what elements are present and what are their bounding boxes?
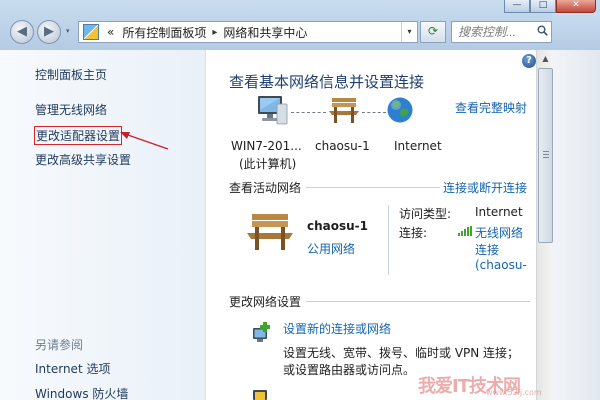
wireless-connection-link-2[interactable]: 连接 <box>475 241 499 258</box>
wireless-connection-link-3[interactable]: (chaosu- <box>475 258 527 272</box>
see-also-heading: 另请参阅 <box>35 338 84 352</box>
address-bar[interactable]: « 所有控制面板项 ▸ 网络和共享中心 ▾ <box>78 21 418 43</box>
forward-button[interactable]: ▶ <box>37 20 61 44</box>
help-icon[interactable]: ? <box>522 54 536 68</box>
view-full-map-link[interactable]: 查看完整映射 <box>455 99 527 116</box>
manage-wireless-link[interactable]: 管理无线网络 <box>35 101 107 118</box>
internet-options-link[interactable]: Internet 选项 <box>35 360 110 377</box>
access-type-value: Internet <box>475 205 523 219</box>
setup-description-line1: 设置无线、宽带、拨号、临时或 VPN 连接； <box>283 346 520 360</box>
refresh-button[interactable]: ⟳ <box>420 21 446 43</box>
next-task-icon <box>253 390 267 400</box>
red-arrow-annotation-icon <box>120 132 169 150</box>
close-button[interactable]: ✕ <box>556 0 596 13</box>
map-computer-name: WIN7-201... <box>231 139 302 153</box>
setup-description-line2: 或设置路由器或访问点。 <box>283 363 416 377</box>
wifi-signal-icon <box>458 226 472 236</box>
map-link-line <box>362 112 386 113</box>
map-link-line <box>291 112 326 113</box>
access-type-label: 访问类型: <box>399 207 452 221</box>
map-this-computer: (此计算机) <box>239 157 297 171</box>
active-networks-heading: 查看活动网络 <box>229 181 302 195</box>
windows-firewall-link[interactable]: Windows 防火墙 <box>35 385 128 400</box>
setup-new-connection-link[interactable]: 设置新的连接或网络 <box>283 320 391 337</box>
control-panel-home-link[interactable]: 控制面板主页 <box>35 66 107 83</box>
change-settings-heading: 更改网络设置 <box>229 295 302 309</box>
scroll-up-icon[interactable]: ▲ <box>539 52 552 65</box>
breadcrumb-all-items[interactable]: 所有控制面板项 <box>118 24 210 41</box>
vertical-scrollbar[interactable]: ▲ <box>536 50 553 400</box>
window-frame-right <box>552 13 600 50</box>
vertical-divider <box>388 205 389 275</box>
new-connection-icon <box>253 322 270 342</box>
page-title: 查看基本网络信息并设置连接 <box>229 73 425 91</box>
map-internet-label: Internet <box>394 139 442 153</box>
section-divider <box>306 301 530 302</box>
connection-label: 连接: <box>399 226 428 240</box>
active-network-name: chaosu-1 <box>307 219 369 233</box>
map-network-name: chaosu-1 <box>315 139 370 153</box>
computer-icon <box>258 96 288 125</box>
section-divider <box>306 187 440 188</box>
connect-disconnect-link[interactable]: 连接或断开连接 <box>443 179 527 196</box>
breadcrumb-network-center[interactable]: 网络和共享中心 <box>219 24 311 41</box>
scrollbar-thumb[interactable] <box>538 68 553 243</box>
left-task-pane: 控制面板主页 管理无线网络 更改适配器设置 更改高级共享设置 另请参阅 Inte… <box>0 50 206 400</box>
minimize-button[interactable]: — <box>504 0 530 13</box>
window-outer-right <box>553 50 600 400</box>
recent-pages-dropdown-icon[interactable]: ▾ <box>66 27 74 37</box>
maximize-button[interactable]: □ <box>530 0 556 13</box>
wireless-connection-link[interactable]: 无线网络 <box>475 224 523 241</box>
control-panel-icon <box>83 24 99 40</box>
address-dropdown-icon[interactable]: ▾ <box>401 22 417 42</box>
search-icon[interactable] <box>537 25 548 36</box>
change-adapter-settings-link[interactable]: 更改适配器设置 <box>34 126 123 145</box>
watermark-url: www.52ij.com <box>486 388 542 397</box>
bench-network-icon <box>247 214 293 250</box>
breadcrumb-overflow[interactable]: « <box>103 25 118 39</box>
network-type-link[interactable]: 公用网络 <box>307 240 355 257</box>
bench-network-icon <box>329 98 359 123</box>
window-controls: — □ ✕ <box>504 0 596 13</box>
back-button[interactable]: ◀ <box>10 20 34 44</box>
advanced-sharing-link[interactable]: 更改高级共享设置 <box>35 151 131 168</box>
internet-globe-icon <box>387 97 413 123</box>
breadcrumb-separator-icon[interactable]: ▸ <box>210 27 219 38</box>
